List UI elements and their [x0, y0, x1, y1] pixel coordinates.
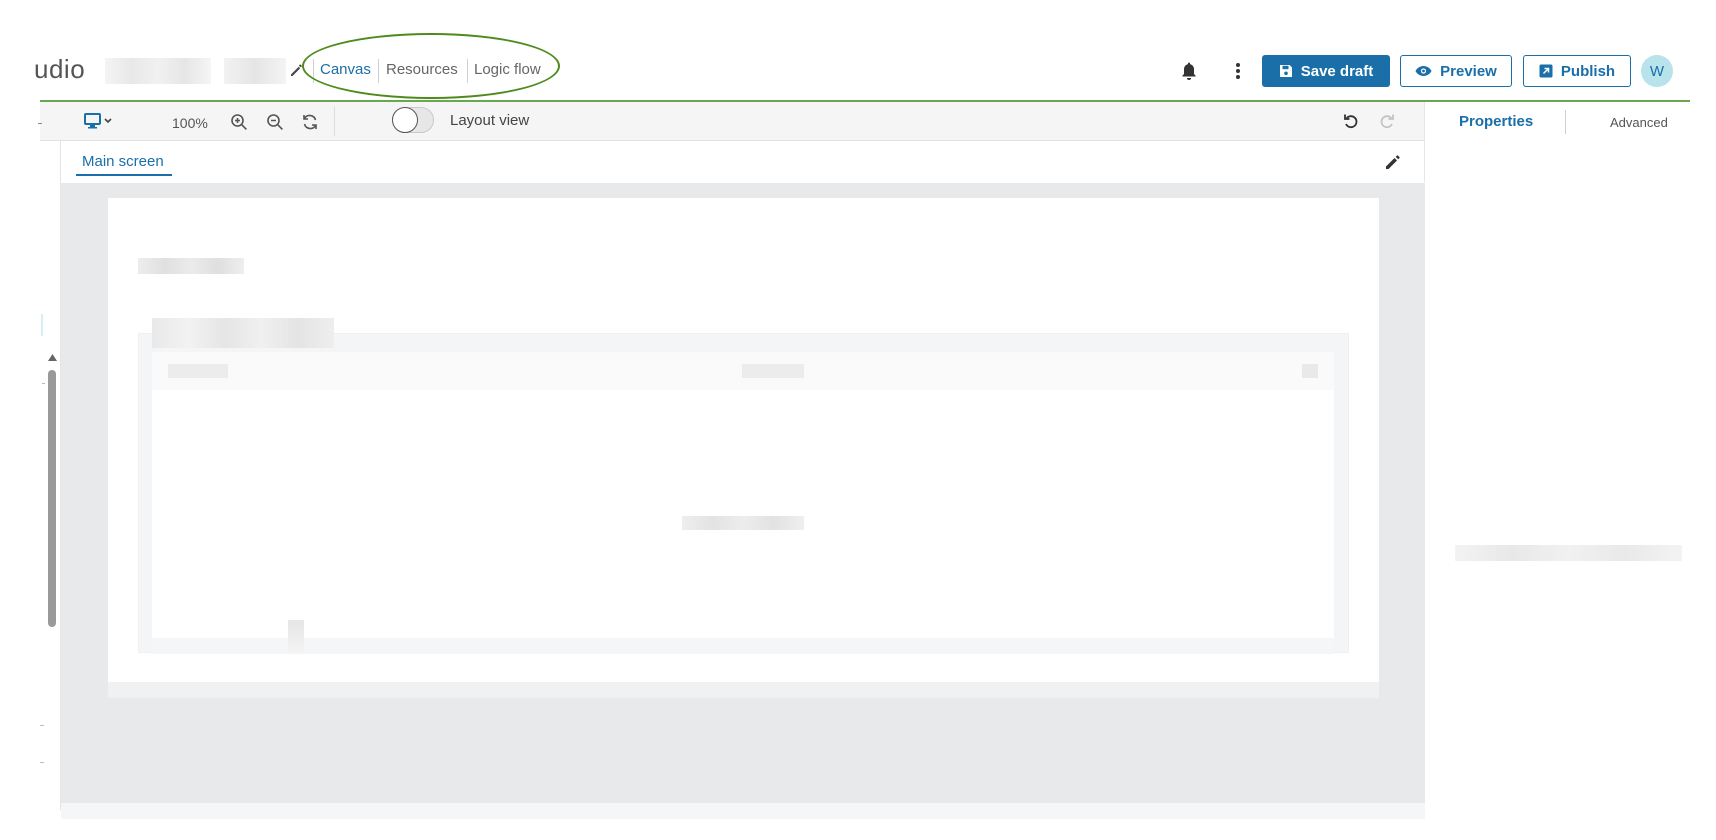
- active-tab-indicator: [76, 174, 172, 176]
- canvas-footer-strip: [61, 803, 1425, 819]
- tab-resources[interactable]: Resources: [386, 61, 458, 78]
- pagination-redacted: [288, 620, 304, 652]
- undo-icon[interactable]: [1342, 112, 1360, 130]
- edit-pencil-icon[interactable]: [289, 62, 305, 78]
- rail-tick: [42, 383, 45, 384]
- nav-separator: [467, 59, 468, 83]
- chevron-down-icon: [104, 118, 112, 124]
- device-selector[interactable]: [84, 113, 116, 129]
- table-footer: [152, 638, 1334, 654]
- layout-view-label: Layout view: [450, 112, 530, 129]
- document-name-redacted: [224, 58, 286, 84]
- tab-properties[interactable]: Properties: [1459, 113, 1533, 130]
- section-heading-redacted: [152, 318, 334, 348]
- app-title: udio: [34, 54, 86, 84]
- column-header-redacted: [1302, 364, 1318, 378]
- redo-icon[interactable]: [1378, 112, 1396, 130]
- rail-tick: [40, 762, 44, 763]
- zoom-out-icon[interactable]: [266, 113, 284, 131]
- preview-label: Preview: [1440, 62, 1497, 80]
- scrollbar-thumb[interactable]: [48, 370, 56, 627]
- document-name-redacted: [105, 58, 211, 84]
- table-body: [152, 352, 1334, 638]
- layout-view-toggle[interactable]: [392, 107, 434, 133]
- save-icon: [1279, 64, 1293, 78]
- save-draft-button[interactable]: Save draft: [1262, 55, 1390, 87]
- panel-tab-divider: [1565, 110, 1566, 134]
- column-header-redacted: [742, 364, 804, 378]
- nav-separator: [378, 59, 379, 83]
- rail-tick: [40, 725, 44, 726]
- preview-button[interactable]: Preview: [1400, 55, 1512, 87]
- zoom-level: 100%: [172, 115, 208, 131]
- external-link-icon: [1539, 64, 1553, 78]
- publish-button[interactable]: Publish: [1523, 55, 1631, 87]
- panel-border: [1424, 102, 1425, 182]
- publish-label: Publish: [1560, 62, 1616, 80]
- table-empty-state-redacted: [682, 516, 804, 530]
- avatar[interactable]: W: [1641, 55, 1673, 87]
- zoom-in-icon[interactable]: [230, 113, 248, 131]
- column-header-redacted: [168, 364, 228, 378]
- screen-preview-footer: [108, 682, 1379, 698]
- scroll-up-icon[interactable]: [48, 354, 57, 361]
- desktop-icon: [84, 113, 101, 129]
- tab-canvas[interactable]: Canvas: [320, 61, 371, 78]
- bell-icon[interactable]: [1180, 61, 1198, 81]
- toggle-knob: [392, 107, 418, 133]
- tab-logic-flow[interactable]: Logic flow: [474, 61, 541, 78]
- screen-title-redacted: [138, 258, 244, 274]
- collapsed-sidebar-mark: [38, 123, 42, 124]
- eye-icon: [1415, 65, 1432, 77]
- tab-main-screen[interactable]: Main screen: [82, 153, 164, 170]
- refresh-icon[interactable]: [301, 113, 319, 131]
- toolbar-separator: [334, 106, 335, 136]
- tab-advanced[interactable]: Advanced: [1610, 115, 1668, 130]
- nav-separator: [313, 59, 314, 83]
- kebab-menu-icon[interactable]: [1228, 60, 1248, 82]
- rail-indicator: [41, 314, 43, 336]
- save-draft-label: Save draft: [1300, 62, 1374, 80]
- pencil-icon[interactable]: [1384, 153, 1402, 171]
- panel-empty-state-redacted: [1455, 545, 1682, 561]
